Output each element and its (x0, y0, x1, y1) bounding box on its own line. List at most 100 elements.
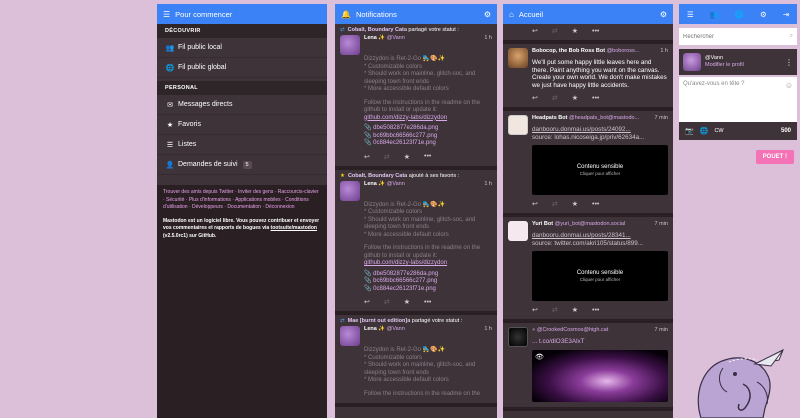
favourite-icon[interactable]: ★ (572, 200, 578, 208)
gear-icon[interactable]: ⚙ (760, 10, 767, 19)
timestamp[interactable]: 1 h (660, 48, 668, 54)
more-icon[interactable]: ••• (424, 299, 431, 306)
status-author[interactable]: Bobocop, the Bob Ross Bot @boboross... (532, 48, 660, 55)
sensitive-media[interactable]: Contenu sensible Cliquer pour afficher (532, 251, 668, 301)
boost-icon[interactable]: ⇄ (384, 298, 390, 306)
reply-icon[interactable]: ↩ (364, 153, 370, 161)
avatar[interactable] (340, 180, 360, 201)
post-button[interactable]: POUET ! (755, 150, 794, 164)
avatar[interactable] (508, 327, 528, 347)
status-item[interactable]: Headpats Bot @headpats_bot@mastodo... 7 … (503, 111, 673, 217)
avatar[interactable] (508, 221, 528, 241)
nav-federated-timeline[interactable]: 🌐 Fil public global (157, 58, 327, 78)
pencil-icon[interactable]: ☰ (687, 10, 694, 19)
nav-follow-requests[interactable]: 👤 Demandes de suivi 5 (157, 155, 327, 175)
favourite-icon[interactable]: ★ (404, 298, 410, 306)
logout-icon[interactable]: ⇥ (783, 10, 789, 19)
status-author[interactable]: ● @CrookedCosmos@high.cat (532, 327, 655, 334)
attachment-link[interactable]: 📎 bc69bbc66566c277.png (364, 133, 492, 141)
timestamp[interactable]: 7 min (655, 327, 668, 333)
camera-icon[interactable]: 📷 (685, 127, 694, 135)
avatar[interactable] (683, 53, 701, 71)
status-link[interactable]: github.com/dizzy-labs/dizzydon (364, 115, 492, 123)
more-icon[interactable]: ••• (592, 28, 599, 35)
cw-button[interactable]: CW (714, 128, 723, 134)
status-source[interactable]: source: twitter.com/akri105/status/899..… (532, 240, 668, 248)
github-link[interactable]: tootsuite/mastodon (271, 225, 317, 231)
timestamp[interactable]: 7 min (655, 221, 668, 227)
timestamp[interactable]: 1 h (484, 35, 492, 41)
boost-icon[interactable]: ⇄ (384, 153, 390, 161)
nav-local-timeline[interactable]: 👥 Fil public local (157, 38, 327, 58)
globe-icon[interactable]: 🌐 (700, 127, 709, 135)
sensitive-media[interactable]: Contenu sensible Cliquer pour afficher (532, 145, 668, 195)
timestamp[interactable]: 7 min (655, 115, 668, 121)
boost-icon[interactable]: ⇄ (552, 306, 558, 314)
eye-icon[interactable]: 👁 (535, 353, 544, 361)
boost-icon[interactable]: ⇄ (552, 27, 558, 35)
edit-profile-link[interactable]: Modifier le profil (705, 62, 785, 69)
favourite-icon[interactable]: ★ (404, 153, 410, 161)
reply-icon[interactable]: ↩ (364, 298, 370, 306)
avatar[interactable] (340, 326, 360, 346)
actor-name[interactable]: Cobalt, Boundary Cat (348, 173, 404, 179)
status-item[interactable]: ● @CrookedCosmos@high.cat 7 min ... t.co… (503, 323, 673, 411)
nav-direct-messages[interactable]: ✉ Messages directs (157, 95, 327, 115)
boost-icon[interactable]: ⇄ (552, 200, 558, 208)
attachment-link[interactable]: 📎 0c884ec26123f71e.png (364, 286, 492, 294)
favourite-icon[interactable]: ★ (572, 306, 578, 314)
footer-links[interactable]: Trouver des amis depuis Twitter · Invite… (163, 189, 321, 212)
status-author[interactable]: Lena ✨ @Vann (364, 326, 484, 333)
column-title[interactable]: Accueil (519, 10, 543, 19)
status-author[interactable]: Headpats Bot @headpats_bot@mastodo... (532, 115, 655, 122)
status-author[interactable]: Lena ✨ @Vann (364, 181, 484, 188)
status-author[interactable]: Yuri Bot @yuri_bot@mastodon.social (532, 221, 655, 228)
status-item[interactable]: Bobocop, the Bob Ross Bot @boboross... 1… (503, 44, 673, 111)
status-link[interactable]: danbooru.donmai.us/posts/24092... (532, 126, 668, 134)
avatar[interactable] (508, 115, 528, 135)
emoji-icon[interactable]: ☺ (785, 81, 793, 90)
timestamp[interactable]: 1 h (484, 181, 492, 187)
reply-icon[interactable]: ↩ (532, 27, 538, 35)
status-link[interactable]: github.com/dizzy-labs/dizzydon (364, 260, 492, 268)
account-username[interactable]: @Vann (705, 55, 785, 62)
more-icon[interactable]: ••• (424, 153, 431, 160)
notification-item[interactable]: ⇄ Mae [burnt out edition] a partagé votre… (335, 315, 497, 407)
status-item[interactable]: Yuri Bot @yuri_bot@mastodon.social 7 min… (503, 217, 673, 323)
timestamp[interactable]: 1 h (484, 326, 492, 332)
status-link[interactable]: danbooru.donmai.us/posts/28341... (532, 232, 668, 240)
favourite-icon[interactable]: ★ (572, 27, 578, 35)
reply-icon[interactable]: ↩ (532, 94, 538, 102)
attachment-link[interactable]: 📎 dbe5082877e286da.png (364, 271, 492, 279)
favourite-icon[interactable]: ★ (572, 94, 578, 102)
nav-lists[interactable]: ☰ Listes (157, 135, 327, 155)
notification-item[interactable]: ⇄ Cobalt, Boundary Cat a partagé votre st… (335, 24, 497, 170)
compose-textarea[interactable]: Qu'avez-vous en tête ? ☺ (679, 77, 797, 122)
column-title[interactable]: Notifications (356, 10, 397, 19)
notification-item[interactable]: ★ Cobalt, Boundary Cat a ajouté à ses fav… (335, 169, 497, 315)
attachment-link[interactable]: 📎 bc69bbc66566c277.png (364, 278, 492, 286)
nav-favourites[interactable]: ★ Favoris (157, 115, 327, 135)
reply-icon[interactable]: ↩ (532, 200, 538, 208)
actor-name[interactable]: Cobalt, Boundary Cat (348, 27, 404, 33)
avatar[interactable] (508, 48, 528, 68)
more-icon[interactable]: ••• (592, 307, 599, 314)
status-item[interactable]: ↩ ⇄ ★ ••• (503, 24, 673, 44)
reply-icon[interactable]: ↩ (532, 306, 538, 314)
media-image[interactable]: 👁 (532, 349, 668, 402)
settings-sliders-icon[interactable]: ⚙ (484, 10, 491, 19)
more-icon[interactable]: ••• (592, 95, 599, 102)
boost-icon[interactable]: ⇄ (552, 94, 558, 102)
attachment-link[interactable]: 📎 dbe5082877e286da.png (364, 125, 492, 133)
status-source[interactable]: source: lohas.nicoseiga.jp/priv/62634a..… (532, 134, 668, 142)
actor-name[interactable]: Mae [burnt out edition] (348, 318, 408, 324)
attachment-link[interactable]: 📎 0c884ec26123f71e.png (364, 140, 492, 148)
more-vertical-icon[interactable]: ⋮ (785, 58, 793, 67)
avatar[interactable] (340, 35, 360, 55)
settings-sliders-icon[interactable]: ⚙ (660, 10, 667, 19)
search-input[interactable] (683, 33, 790, 40)
globe-icon[interactable]: 🌐 (735, 10, 744, 19)
status-author[interactable]: Lena ✨ @Vann (364, 35, 484, 42)
more-icon[interactable]: ••• (592, 201, 599, 208)
users-icon[interactable]: 👥 (710, 10, 719, 19)
